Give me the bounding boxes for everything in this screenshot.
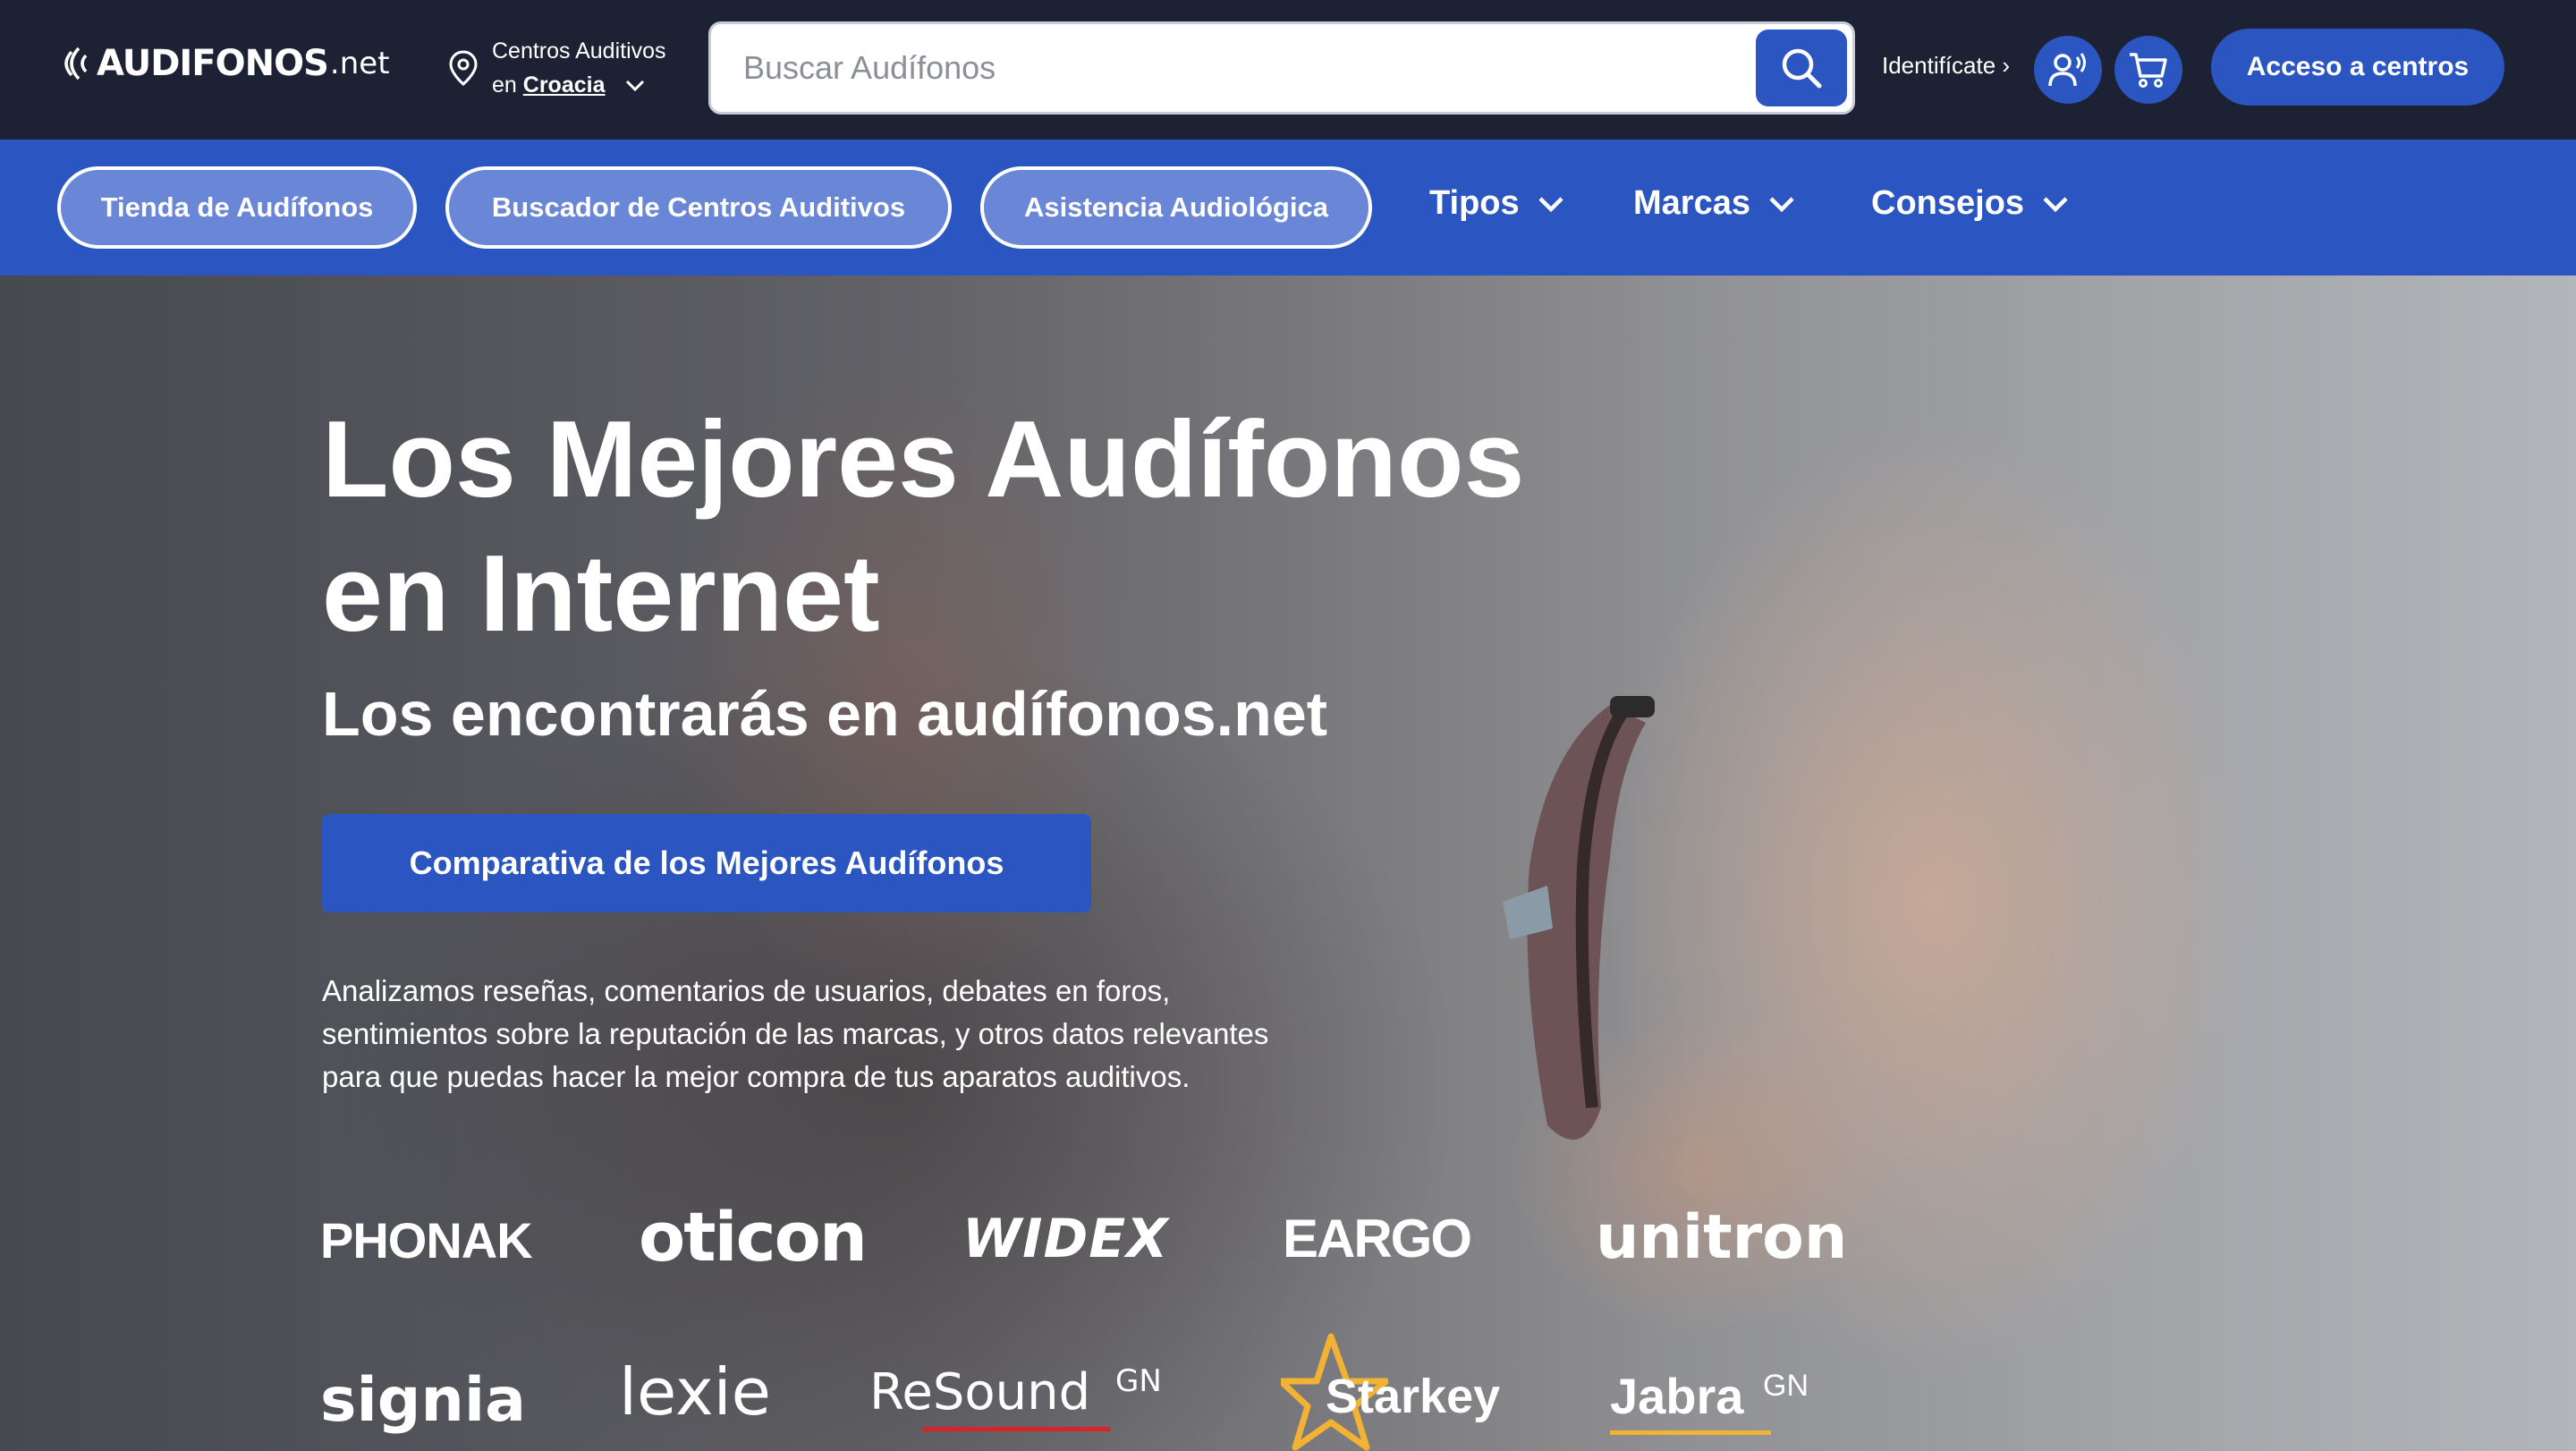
nav-pill-tienda[interactable]: Tienda de Audífonos — [57, 166, 417, 249]
user-voice-icon — [2048, 53, 2086, 87]
chevron-down-icon — [2043, 196, 2068, 212]
hero-description-line: sentimientos sobre la reputación de las … — [322, 1017, 1269, 1050]
search-button[interactable] — [1756, 30, 1847, 106]
logo-brand-text: AUDIFONOS — [97, 43, 329, 84]
search-input[interactable] — [743, 24, 1727, 112]
cart-button[interactable] — [2114, 36, 2182, 104]
nav-dropdown-label: Marcas — [1633, 184, 1750, 222]
brand-logo-phonak[interactable]: PHONAK — [320, 1211, 533, 1269]
shopping-cart-icon — [2130, 53, 2167, 88]
resound-underline — [923, 1427, 1111, 1431]
location-prefix: en — [492, 72, 517, 98]
nav-dropdown-consejos[interactable]: Consejos — [1871, 184, 2069, 223]
starkey-text: Starkey — [1326, 1370, 1501, 1423]
hero-subtitle: Los encontrarás en audífonos.net — [322, 679, 1328, 749]
hero-description-line: para que puedas hacer la mejor compra de… — [322, 1060, 1191, 1093]
top-header: AUDIFONOS .net Centros Auditivos en Croa… — [0, 0, 2576, 140]
location-pin-icon — [449, 50, 478, 86]
location-selector[interactable]: Centros Auditivos en Croacia — [447, 34, 666, 102]
brand-logo-jabra[interactable]: Jabra GN — [1610, 1367, 1809, 1435]
chevron-down-icon — [1538, 196, 1563, 212]
brand-logo-oticon[interactable]: oticon — [639, 1197, 868, 1277]
jabra-text: Jabra — [1610, 1368, 1744, 1424]
hero-title: Los Mejores Audífonos en Internet — [322, 392, 1664, 660]
main-nav: Tienda de Audífonos Buscador de Centros … — [0, 140, 2576, 276]
hero-description: Analizamos reseñas, comentarios de usuar… — [322, 970, 1351, 1099]
brand-logo-lexie[interactable]: lexie — [619, 1354, 771, 1430]
nav-dropdown-label: Tipos — [1429, 184, 1520, 222]
nav-pill-asistencia[interactable]: Asistencia Audiológica — [980, 166, 1372, 249]
resound-text: ReSound — [869, 1363, 1091, 1421]
hero-description-line: Analizamos reseñas, comentarios de usuar… — [322, 974, 1171, 1007]
brand-logo-unitron[interactable]: unitron — [1596, 1202, 1847, 1273]
chevron-down-icon — [1769, 196, 1794, 212]
hero-section: Los Mejores Audífonos en Internet Los en… — [0, 276, 2576, 1451]
chevron-down-icon — [626, 81, 645, 92]
site-logo[interactable]: AUDIFONOS .net — [55, 32, 390, 95]
search-icon — [1782, 48, 1822, 89]
nav-pill-buscador[interactable]: Buscador de Centros Auditivos — [445, 166, 952, 249]
gn-suffix: GN — [1763, 1369, 1809, 1404]
brand-logo-resound[interactable]: ReSound GN — [869, 1363, 1162, 1431]
identify-link[interactable]: Identifícate › — [1882, 52, 2010, 80]
location-label: Centros Auditivos — [492, 38, 666, 64]
location-country: Croacia — [522, 72, 606, 98]
search-box — [708, 21, 1855, 115]
nav-dropdown-tipos[interactable]: Tipos — [1429, 184, 1564, 223]
access-centers-button[interactable]: Acceso a centros — [2211, 29, 2504, 106]
gn-suffix: GN — [1115, 1363, 1162, 1400]
comparison-cta-button[interactable]: Comparativa de los Mejores Audífonos — [322, 814, 1091, 912]
brand-logo-signia[interactable]: signia — [320, 1365, 526, 1436]
user-sound-button[interactable] — [2034, 36, 2102, 104]
brand-logo-eargo[interactable]: EARGO — [1283, 1208, 1472, 1269]
sound-waves-icon — [64, 47, 88, 81]
logo-tld-text: .net — [329, 46, 390, 81]
nav-dropdown-label: Consejos — [1871, 184, 2025, 222]
nav-dropdown-marcas[interactable]: Marcas — [1633, 184, 1795, 223]
hero-title-line2: en Internet — [322, 532, 880, 654]
jabra-underline — [1610, 1430, 1771, 1435]
hero-title-line1: Los Mejores Audífonos — [322, 398, 1525, 520]
brand-logo-widex[interactable]: WIDEX — [962, 1208, 1169, 1270]
